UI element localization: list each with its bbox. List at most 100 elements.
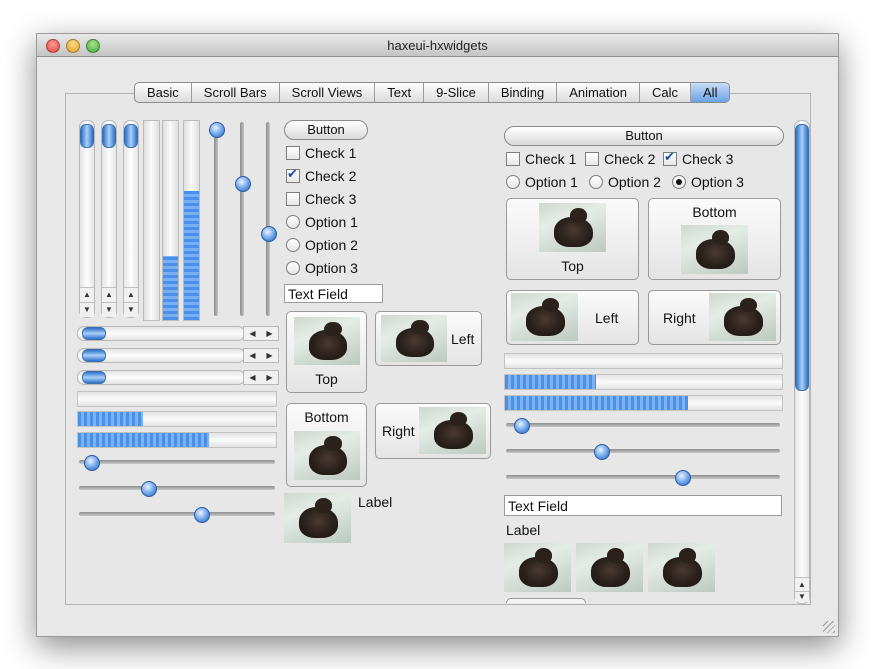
tab-text[interactable]: Text [375,83,425,102]
vertical-slider-1[interactable] [209,122,225,316]
image-button-top[interactable]: Top [286,311,367,393]
scroll-right-arrow-icon[interactable]: ▶ [266,373,272,382]
vertical-scrollbar-3[interactable]: ▲ ▼ [123,120,139,318]
horizontal-slider-3[interactable] [79,507,275,523]
radio-option-2[interactable]: Option 2 [286,237,358,253]
checkbox-box[interactable] [506,152,520,166]
scroll-down-arrow-icon[interactable]: ▼ [795,591,809,602]
slider-knob[interactable] [140,481,157,497]
tab-binding[interactable]: Binding [489,83,558,102]
radio-circle[interactable] [672,175,686,189]
horizontal-slider-right-1[interactable] [506,418,780,434]
scroll-left-arrow-icon[interactable]: ◀ [249,329,255,338]
horizontal-progress-right-1 [504,353,783,369]
horizontal-scroll-arrows[interactable]: ◀ ▶ [243,326,279,341]
horizontal-slider-right-3[interactable] [506,470,780,486]
radio-option-3[interactable]: Option 3 [286,260,358,276]
radio-circle[interactable] [286,215,300,229]
vertical-slider-3[interactable] [261,122,277,316]
slider-knob[interactable] [209,122,225,138]
scrollbar-thumb[interactable] [82,371,106,384]
slider-knob[interactable] [193,507,210,523]
radio-option-1[interactable]: Option 1 [286,214,358,230]
horizontal-scrollbar-2[interactable] [77,348,245,363]
radio-circle[interactable] [506,175,520,189]
scrollbar-thumb[interactable] [82,349,106,362]
checkbox-right-2[interactable]: Check 2 [585,151,655,167]
cat-photo [539,203,606,252]
tab-9-slice[interactable]: 9-Slice [424,83,489,102]
progress-fill [505,396,688,410]
tab-calc[interactable]: Calc [640,83,692,102]
scroll-up-arrow-icon[interactable]: ▲ [124,287,138,302]
scroll-right-arrow-icon[interactable]: ▶ [266,329,272,338]
scrollbar-thumb[interactable] [124,124,138,148]
vertical-slider-2[interactable] [235,122,251,316]
tab-scroll-views[interactable]: Scroll Views [280,83,376,102]
cat-photo [511,293,578,341]
scrollbar-thumb[interactable] [80,124,94,148]
scroll-right-arrow-icon[interactable]: ▶ [266,351,272,360]
horizontal-slider-2[interactable] [79,481,275,497]
image-button-left[interactable]: Left [375,311,482,366]
radio-right-2[interactable]: Option 2 [589,174,661,190]
horizontal-scrollbar-3[interactable] [77,370,245,385]
tab-scroll-bars[interactable]: Scroll Bars [192,83,280,102]
image-button-right-right[interactable]: Right [648,290,781,345]
image-button-bottom-right[interactable]: Bottom [648,198,781,280]
checkbox-right-1[interactable]: Check 1 [506,151,576,167]
partially-hidden-button[interactable] [506,598,586,603]
horizontal-scroll-arrows[interactable]: ◀ ▶ [243,370,279,385]
image-button-top-right[interactable]: Top [506,198,639,280]
image-button-left-right[interactable]: Left [506,290,639,345]
scroll-down-arrow-icon[interactable]: ▼ [124,302,138,317]
vertical-scrollbar-2[interactable]: ▲ ▼ [101,120,117,318]
tab-all[interactable]: All [691,83,730,102]
tab-basic[interactable]: Basic [135,83,192,102]
checkbox-check-2[interactable]: Check 2 [286,166,356,184]
button-middle[interactable]: Button [284,120,368,140]
checkbox-box[interactable] [286,166,300,183]
resize-grip-icon[interactable] [823,621,835,633]
checkbox-box[interactable] [663,149,677,166]
scrollbar-thumb[interactable] [102,124,116,148]
scroll-up-arrow-icon[interactable]: ▲ [795,577,809,592]
horizontal-scrollbar-1[interactable] [77,326,245,341]
radio-right-3[interactable]: Option 3 [672,174,744,190]
image-button-bottom[interactable]: Bottom [286,403,367,487]
horizontal-slider-right-2[interactable] [506,444,780,460]
checkbox-box[interactable] [286,146,300,160]
image-button-right[interactable]: Right [375,403,491,459]
scroll-down-arrow-icon[interactable]: ▼ [102,302,116,317]
checkbox-box[interactable] [286,192,300,206]
scroll-up-arrow-icon[interactable]: ▲ [80,287,94,302]
button-right[interactable]: Button [504,126,784,146]
text-field-middle[interactable]: Text Field [284,284,383,303]
tab-animation[interactable]: Animation [557,83,640,102]
horizontal-slider-1[interactable] [79,455,275,471]
horizontal-scroll-arrows[interactable]: ◀ ▶ [243,348,279,363]
slider-knob[interactable] [675,470,691,486]
main-vertical-scrollbar[interactable]: ▲ ▼ [794,120,810,604]
checkbox-check-3[interactable]: Check 3 [286,191,356,207]
scroll-left-arrow-icon[interactable]: ◀ [249,373,255,382]
scroll-up-arrow-icon[interactable]: ▲ [102,287,116,302]
text-field-right[interactable]: Text Field [504,495,782,516]
slider-knob[interactable] [235,176,251,192]
checkbox-box[interactable] [585,152,599,166]
radio-circle[interactable] [286,261,300,275]
radio-circle[interactable] [286,238,300,252]
checkbox-check-1[interactable]: Check 1 [286,145,356,161]
radio-right-1[interactable]: Option 1 [506,174,578,190]
scroll-down-arrow-icon[interactable]: ▼ [80,302,94,317]
checkbox-right-3[interactable]: Check 3 [663,149,733,167]
slider-knob[interactable] [261,226,277,243]
scrollbar-thumb[interactable] [795,124,809,391]
vertical-scrollbar-1[interactable]: ▲ ▼ [79,120,95,318]
radio-circle[interactable] [589,175,603,189]
scrollbar-thumb[interactable] [82,327,106,340]
slider-knob[interactable] [594,444,611,460]
slider-knob[interactable] [513,418,530,434]
scroll-left-arrow-icon[interactable]: ◀ [249,351,255,360]
slider-knob[interactable] [84,455,101,471]
